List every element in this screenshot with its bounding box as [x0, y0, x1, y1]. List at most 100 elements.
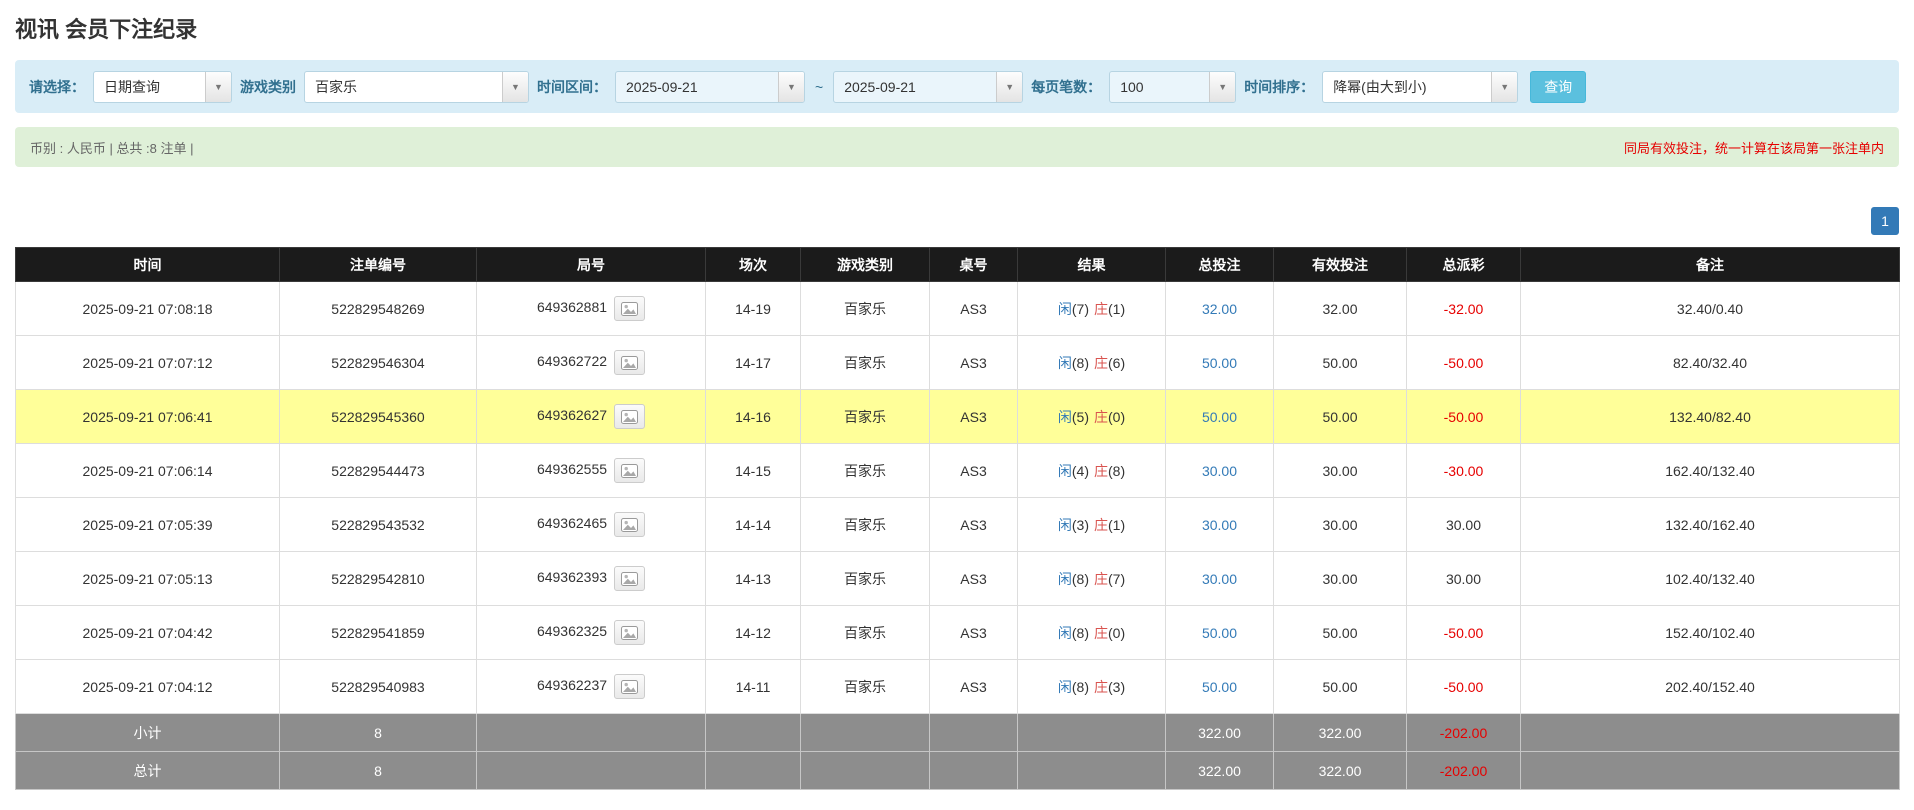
empty-cell	[476, 713, 706, 752]
result-player-score: (3)	[1071, 516, 1089, 533]
time-range-label: 时间区间：	[537, 78, 607, 95]
empty-cell	[705, 751, 801, 790]
total-bet-link[interactable]: 30.00	[1202, 463, 1237, 479]
result-banker-score: (0)	[1108, 624, 1126, 641]
empty-cell	[476, 751, 706, 790]
total-bet-link[interactable]: 50.00	[1202, 679, 1237, 695]
cell-payout: 30.00	[1406, 497, 1521, 552]
cell-round-id: 649362722	[476, 335, 706, 390]
road-map-button[interactable]	[614, 512, 646, 537]
cell-session: 14-16	[705, 389, 801, 444]
search-button[interactable]: 查询	[1530, 70, 1587, 103]
column-header: 总投注	[1165, 247, 1274, 282]
cell-round-id: 649362237	[476, 659, 706, 714]
total-bet-link[interactable]: 32.00	[1202, 301, 1237, 317]
cell-bet-id: 522829546304	[279, 335, 477, 390]
total-payout: -202.00	[1406, 751, 1521, 790]
cell-remark: 82.40/32.40	[1520, 335, 1900, 390]
cell-result: 闲(8) 庄(0)	[1017, 605, 1166, 660]
cell-round-id: 649362465	[476, 497, 706, 552]
road-map-button[interactable]	[614, 350, 646, 375]
chevron-down-icon[interactable]: ▼	[1209, 71, 1236, 102]
cell-remark: 32.40/0.40	[1520, 281, 1900, 336]
date-from-input[interactable]: 2025-09-21 ▼	[615, 70, 805, 103]
table-header-row: 时间 注单编号 局号 场次 游戏类别 桌号 结果 总投注 有效投注 总派彩 备注	[15, 247, 1900, 282]
column-header: 局号	[476, 247, 706, 282]
road-map-button[interactable]	[614, 674, 646, 699]
result-player-label: 闲	[1057, 462, 1072, 479]
cell-round-id: 649362627	[476, 389, 706, 444]
result-player-score: (7)	[1071, 300, 1089, 317]
image-icon	[621, 355, 639, 370]
page-1-button[interactable]: 1	[1871, 207, 1899, 235]
chevron-down-icon[interactable]: ▼	[502, 71, 528, 102]
subtotal-row: 小计 8 322.00 322.00 -202.00	[15, 713, 1900, 752]
cell-bet-id: 522829543532	[279, 497, 477, 552]
cell-remark: 132.40/82.40	[1520, 389, 1900, 444]
cell-payout: -50.00	[1406, 389, 1521, 444]
cell-valid-bet: 50.00	[1273, 389, 1407, 444]
currency-total-text: 币别 : 人民币 | 总共 :8 注单 |	[30, 140, 194, 156]
result-banker-score: (1)	[1108, 300, 1126, 317]
image-icon	[621, 571, 639, 586]
page-size-select[interactable]: 100 ▼	[1109, 70, 1237, 103]
round-number: 649362465	[536, 515, 608, 532]
cell-result: 闲(5) 庄(0)	[1017, 389, 1166, 444]
total-bet-link[interactable]: 50.00	[1202, 409, 1237, 425]
date-from-value: 2025-09-21	[626, 78, 698, 95]
filter-bar: 请选择： 日期查询 ▼ 游戏类别 百家乐 ▼ 时间区间： 2025-09-21 …	[15, 60, 1899, 113]
page-root: 视讯 会员下注纪录 请选择： 日期查询 ▼ 游戏类别 百家乐 ▼ 时间区间： 2…	[0, 0, 1914, 790]
image-icon	[621, 409, 639, 424]
cell-remark: 102.40/132.40	[1520, 551, 1900, 606]
cell-result: 闲(8) 庄(6)	[1017, 335, 1166, 390]
cell-time: 2025-09-21 07:07:12	[15, 335, 280, 390]
result-player-label: 闲	[1057, 300, 1072, 317]
road-map-button[interactable]	[614, 404, 646, 429]
date-type-select[interactable]: 日期查询 ▼	[93, 70, 232, 103]
cell-table-no: AS3	[929, 497, 1018, 552]
empty-cell	[1017, 751, 1166, 790]
table-row: 2025-09-21 07:08:18 522829548269 6493628…	[15, 281, 1900, 336]
road-map-button[interactable]	[614, 620, 646, 645]
cell-game-type: 百家乐	[800, 335, 930, 390]
chevron-down-icon[interactable]: ▼	[205, 71, 231, 102]
total-bet-link[interactable]: 50.00	[1202, 625, 1237, 641]
date-to-input[interactable]: 2025-09-21 ▼	[833, 70, 1024, 103]
table-row: 2025-09-21 07:04:42 522829541859 6493623…	[15, 605, 1900, 660]
cell-valid-bet: 50.00	[1273, 659, 1407, 714]
road-map-button[interactable]	[614, 458, 646, 483]
game-type-value: 百家乐	[315, 78, 357, 95]
cell-session: 14-17	[705, 335, 801, 390]
round-number: 649362237	[536, 677, 608, 694]
total-bet-link[interactable]: 30.00	[1202, 517, 1237, 533]
cell-round-id: 649362325	[476, 605, 706, 660]
chevron-down-icon[interactable]: ▼	[778, 71, 804, 102]
cell-total-bet: 32.00	[1165, 281, 1274, 336]
cell-bet-id: 522829545360	[279, 389, 477, 444]
page-size-value: 100	[1120, 78, 1144, 95]
chevron-down-icon[interactable]: ▼	[996, 71, 1023, 102]
sort-order-select[interactable]: 降幂(由大到小) ▼	[1322, 70, 1519, 103]
subtotal-label: 小计	[15, 713, 280, 752]
cell-time: 2025-09-21 07:06:14	[15, 443, 280, 498]
cell-valid-bet: 30.00	[1273, 551, 1407, 606]
total-bet-link[interactable]: 50.00	[1202, 355, 1237, 371]
cell-remark: 152.40/102.40	[1520, 605, 1900, 660]
cell-total-bet: 50.00	[1165, 389, 1274, 444]
result-player-label: 闲	[1057, 516, 1072, 533]
game-type-label: 游戏类别	[240, 78, 296, 95]
cell-valid-bet: 50.00	[1273, 605, 1407, 660]
road-map-button[interactable]	[614, 296, 646, 321]
image-icon	[621, 301, 639, 316]
result-banker-score: (7)	[1108, 570, 1126, 587]
result-banker-score: (6)	[1108, 354, 1126, 371]
total-bet-link[interactable]: 30.00	[1202, 571, 1237, 587]
empty-cell	[929, 713, 1018, 752]
result-banker-score: (3)	[1108, 678, 1126, 695]
result-banker-label: 庄	[1094, 354, 1108, 371]
date-type-label: 请选择：	[29, 78, 85, 95]
road-map-button[interactable]	[614, 566, 646, 591]
cell-payout: -50.00	[1406, 605, 1521, 660]
game-type-select[interactable]: 百家乐 ▼	[304, 70, 529, 103]
chevron-down-icon[interactable]: ▼	[1491, 71, 1518, 102]
